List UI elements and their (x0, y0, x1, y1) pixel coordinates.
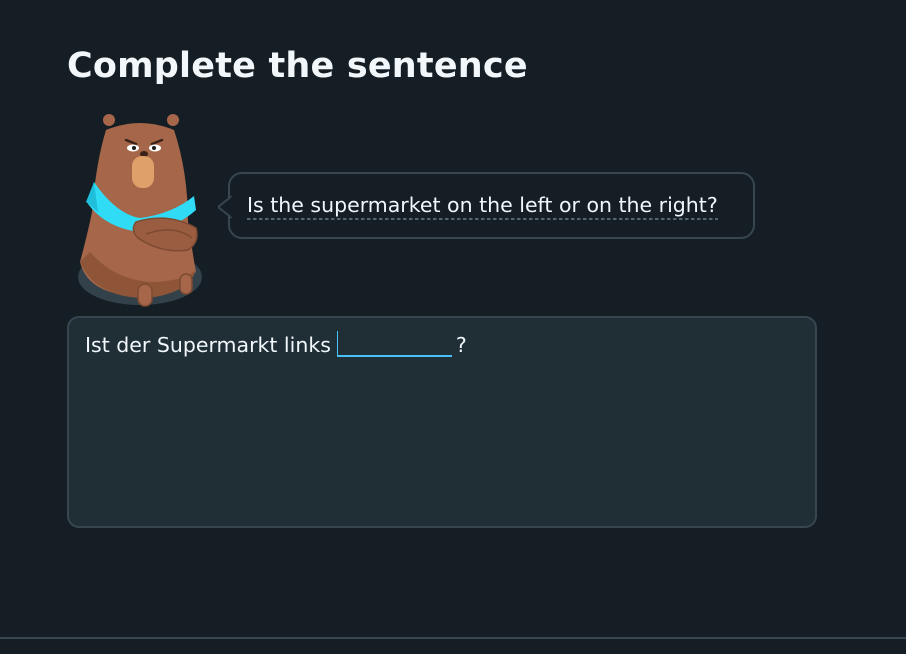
sentence-row: Ist der Supermarkt links ? (85, 331, 467, 357)
answer-panel: Ist der Supermarkt links ? (67, 316, 817, 528)
sentence-after-blank: ? (455, 333, 467, 357)
exercise-page: Complete the sentence Is the supermarket… (0, 0, 906, 654)
footer-divider (0, 637, 906, 639)
speech-bubble: Is the supermarket on the left or on the… (218, 172, 755, 239)
page-title: Complete the sentence (67, 46, 528, 86)
bear-character-icon (76, 112, 210, 312)
prompt-text[interactable]: Is the supermarket on the left or on the… (247, 193, 718, 220)
sentence-before-blank: Ist der Supermarkt links (85, 333, 331, 357)
blank-answer-input[interactable] (336, 331, 452, 357)
